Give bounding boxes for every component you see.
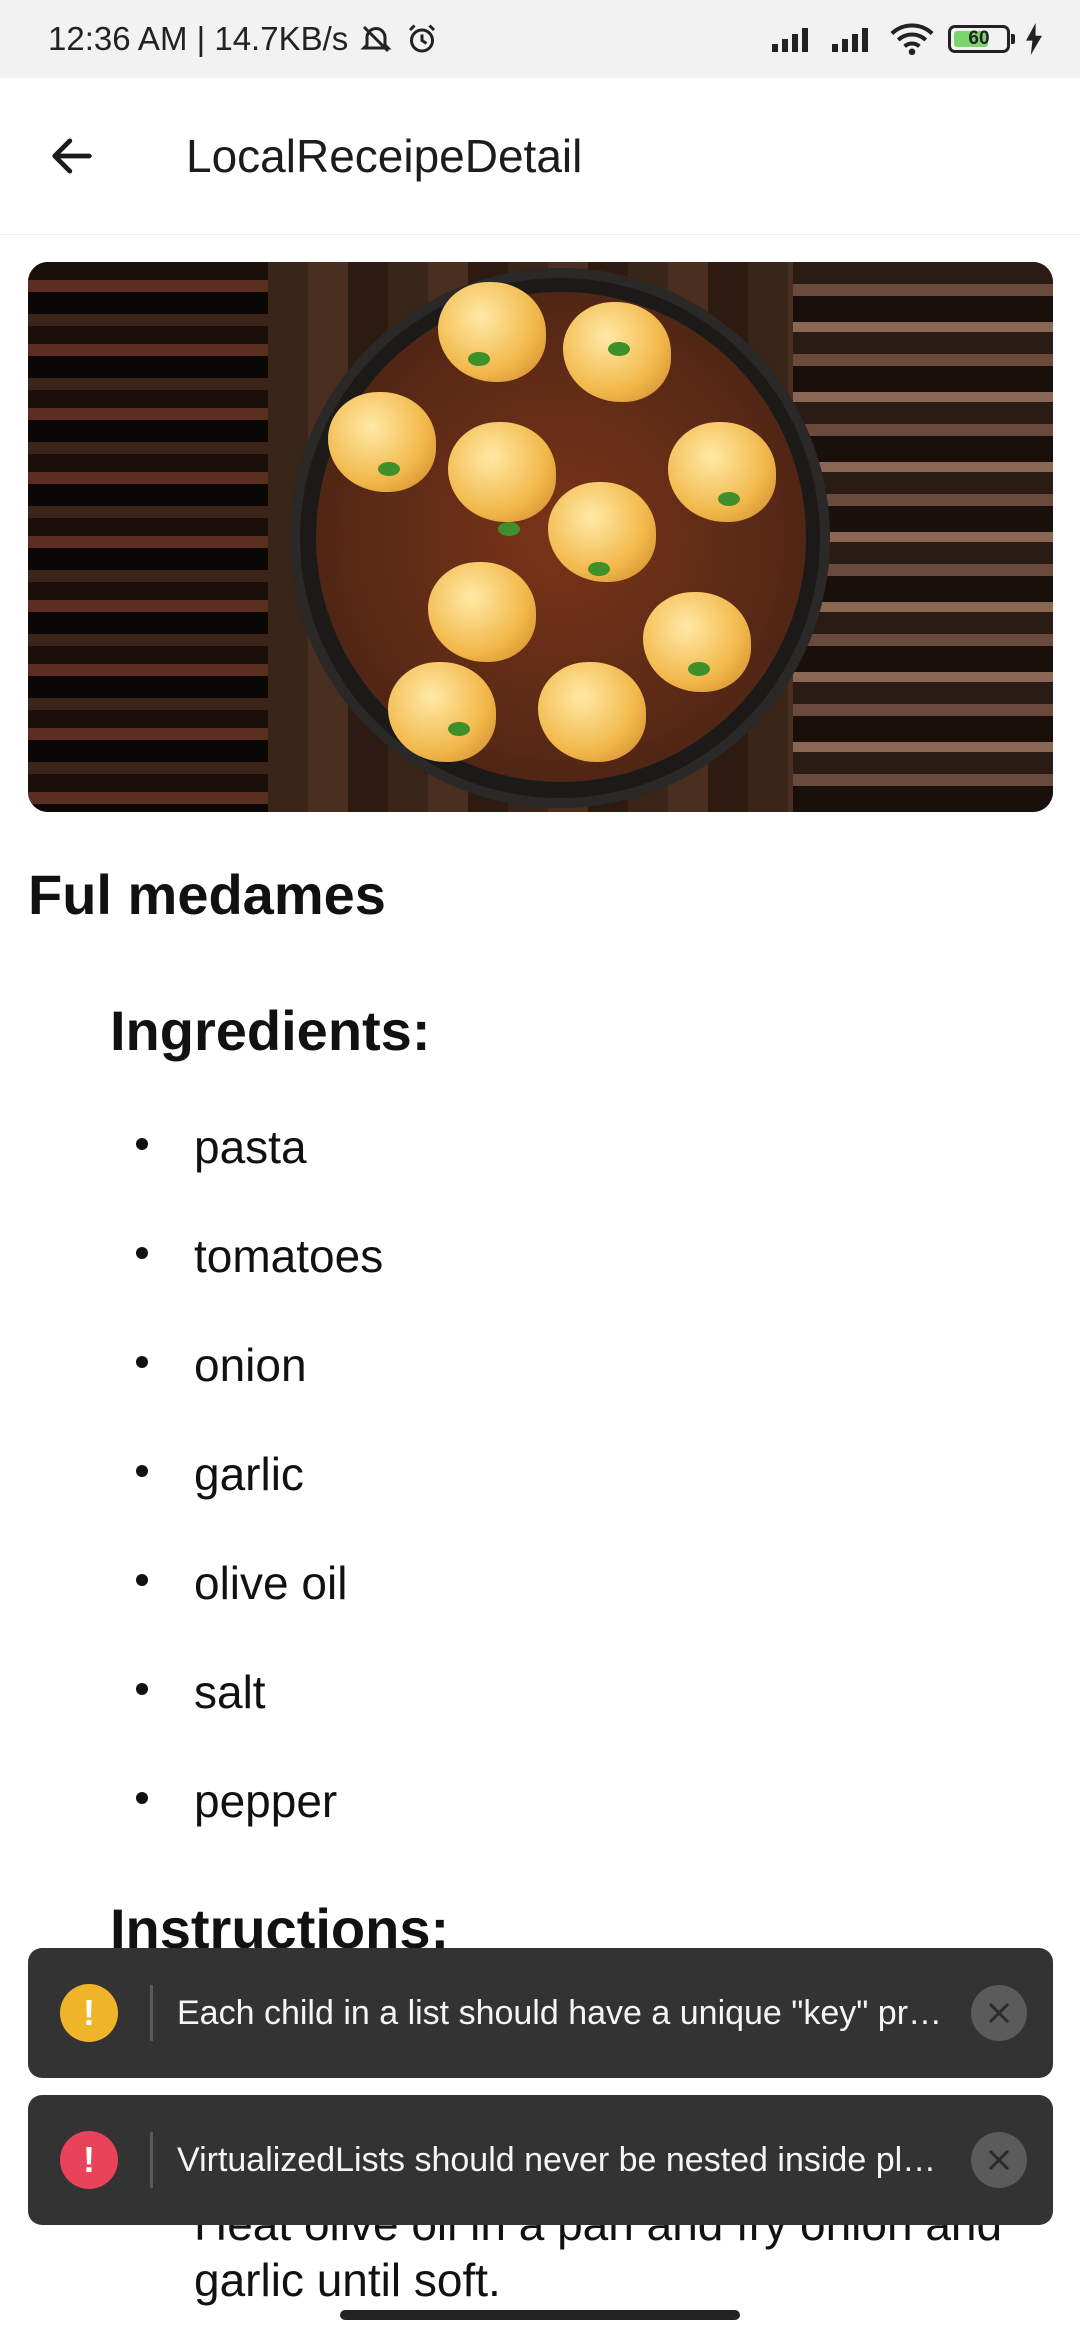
battery-icon: 60 bbox=[948, 25, 1015, 53]
ingredients-heading: Ingredients: bbox=[110, 999, 431, 1062]
error-icon: ! bbox=[60, 2131, 118, 2189]
ingredient-label: olive oil bbox=[194, 1557, 348, 1609]
list-item: onion bbox=[110, 1338, 383, 1447]
list-item: salt bbox=[110, 1665, 383, 1774]
ingredient-label: garlic bbox=[194, 1448, 304, 1500]
list-item: pepper bbox=[110, 1774, 383, 1883]
alarm-icon bbox=[404, 21, 440, 57]
warning-toast[interactable]: ! Each child in a list should have a uni… bbox=[28, 1948, 1053, 2078]
charging-icon bbox=[1024, 23, 1044, 55]
list-item: tomatoes bbox=[110, 1229, 383, 1338]
recipe-name: Ful medames bbox=[28, 863, 386, 926]
ingredient-label: pasta bbox=[194, 1121, 307, 1173]
close-icon bbox=[989, 2150, 1009, 2170]
app-header: LocalReceipeDetail bbox=[0, 78, 1080, 234]
battery-level: 60 bbox=[968, 28, 990, 49]
warning-icon: ! bbox=[60, 1984, 118, 2042]
dismiss-button[interactable] bbox=[971, 1985, 1027, 2041]
error-toast[interactable]: ! VirtualizedLists should never be neste… bbox=[28, 2095, 1053, 2225]
close-icon bbox=[989, 2003, 1009, 2023]
list-item: olive oil bbox=[110, 1556, 383, 1665]
status-time-speed: 12:36 AM | 14.7KB/s bbox=[48, 20, 349, 57]
ingredient-label: salt bbox=[194, 1666, 266, 1718]
ingredients-list: pasta tomatoes onion garlic olive oil sa… bbox=[110, 1120, 383, 1883]
toast-message: VirtualizedLists should never be nested … bbox=[177, 2140, 953, 2179]
mute-bell-icon bbox=[358, 21, 394, 57]
recipe-image bbox=[28, 262, 1053, 812]
page-title: LocalReceipeDetail bbox=[186, 130, 583, 182]
signal-icon bbox=[770, 24, 816, 54]
toast-message: Each child in a list should have a uniqu… bbox=[177, 1993, 953, 2032]
ingredient-label: onion bbox=[194, 1339, 307, 1391]
ingredient-label: tomatoes bbox=[194, 1230, 384, 1282]
list-item: garlic bbox=[110, 1447, 383, 1556]
signal-icon bbox=[830, 24, 876, 54]
list-item: pasta bbox=[110, 1120, 383, 1229]
ingredient-label: pepper bbox=[194, 1775, 338, 1827]
wifi-icon bbox=[890, 22, 934, 56]
arrow-left-icon bbox=[52, 138, 92, 174]
home-indicator[interactable] bbox=[340, 2310, 740, 2320]
status-bar: 12:36 AM | 14.7KB/s 60 bbox=[0, 0, 1080, 78]
back-button[interactable] bbox=[22, 106, 122, 206]
dismiss-button[interactable] bbox=[971, 2132, 1027, 2188]
